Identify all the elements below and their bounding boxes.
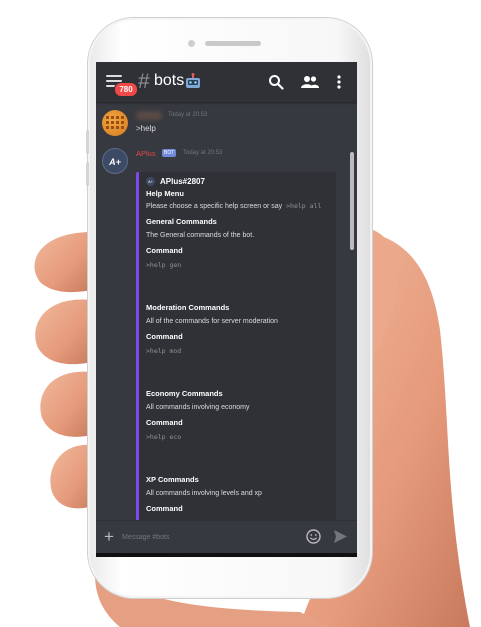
screen-bottom-edge xyxy=(96,553,357,557)
more-options-icon[interactable] xyxy=(336,74,342,90)
section-code: >help eco xyxy=(146,433,182,441)
message-list[interactable]: Today at 20:53 >help A+ APlus BOT Today … xyxy=(96,102,357,532)
notification-badge: 780 xyxy=(114,82,138,97)
section-text: All commands involving economy xyxy=(146,404,250,411)
section-title: Moderation Commands xyxy=(146,303,230,312)
section-code: >help mod xyxy=(146,347,182,355)
redacted-username xyxy=(136,111,162,120)
section-label: Command xyxy=(146,418,183,427)
user-avatar[interactable] xyxy=(102,110,128,136)
section-text: All commands involving levels and xp xyxy=(146,490,262,497)
message-timestamp: Today at 20:53 xyxy=(168,112,208,118)
send-icon[interactable] xyxy=(333,529,348,544)
section-title: Economy Commands xyxy=(146,389,223,398)
channel-header: 780 # bots xyxy=(96,62,357,102)
bot-username[interactable]: APlus xyxy=(136,149,156,158)
message-input[interactable] xyxy=(122,527,292,547)
embed-title: Help Menu xyxy=(146,189,184,198)
embed-description-text: Please choose a specific help screen or … xyxy=(146,203,283,210)
section-text: All of the commands for server moderatio… xyxy=(146,318,278,325)
volume-button xyxy=(86,130,89,154)
embed-description-code: >help all xyxy=(286,202,322,210)
section-label: Command xyxy=(146,246,183,255)
search-icon[interactable] xyxy=(268,74,284,90)
section-label: Command xyxy=(146,332,183,341)
channel-hash-icon: # xyxy=(138,70,150,93)
add-attachment-icon[interactable]: + xyxy=(104,528,114,545)
volume-button xyxy=(86,162,89,186)
section-text: The General commands of the bot. xyxy=(146,232,255,239)
section-title: General Commands xyxy=(146,217,217,226)
front-camera xyxy=(188,40,195,47)
help-embed: A+ APlus#2807 Help Menu Please choose a … xyxy=(136,172,336,532)
section-title: XP Commands xyxy=(146,475,199,484)
members-icon[interactable] xyxy=(301,74,319,90)
bot-tag-badge: BOT xyxy=(162,149,177,157)
message-composer: + xyxy=(96,520,357,553)
embed-description: Please choose a specific help screen or … xyxy=(146,202,321,210)
section-label: Command xyxy=(146,504,183,513)
emoji-icon[interactable] xyxy=(306,529,321,544)
embed-author: APlus#2807 xyxy=(160,177,205,186)
bot-avatar[interactable]: A+ xyxy=(102,148,128,174)
scrollbar[interactable] xyxy=(350,152,354,250)
phone-speaker xyxy=(205,41,261,46)
embed-author-icon: A+ xyxy=(146,177,155,186)
user-message-text: >help xyxy=(136,124,156,133)
message-timestamp: Today at 20:53 xyxy=(183,150,223,156)
robot-emoji-icon xyxy=(186,73,200,88)
app-screen: 780 # bots Today at 20:53 >help A+ APlus… xyxy=(96,62,357,553)
section-code: >help gen xyxy=(146,261,182,269)
waffle-pattern-icon xyxy=(106,116,124,129)
channel-name: bots xyxy=(154,72,185,89)
